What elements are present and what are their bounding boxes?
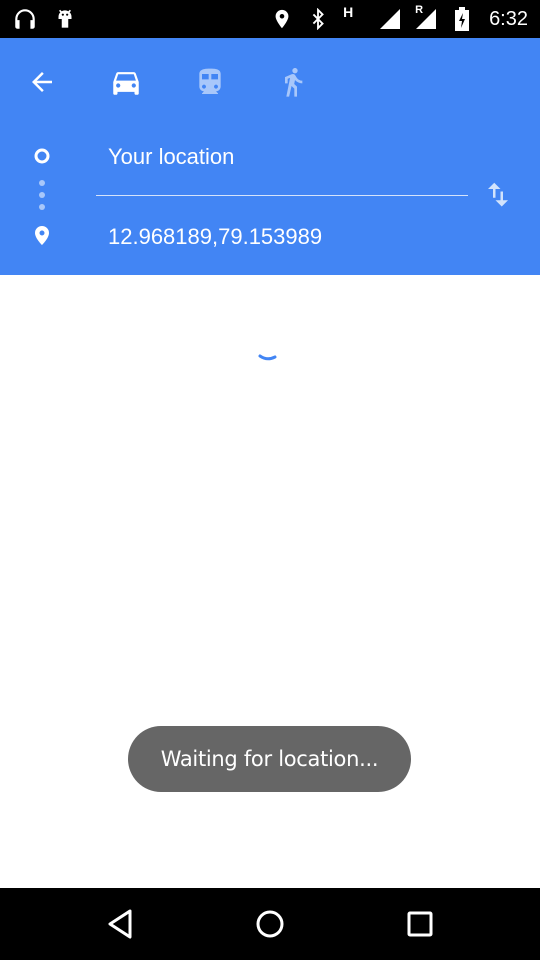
roaming-signal-icon: R: [413, 4, 439, 32]
mode-transit-tab[interactable]: [190, 62, 230, 102]
triangle-back-icon: [108, 909, 132, 939]
headphones-icon: [12, 6, 38, 32]
walk-icon: [285, 68, 303, 97]
square-recents-icon: [407, 911, 433, 937]
network-h-label: H: [343, 4, 354, 20]
arrow-back-icon: [32, 72, 52, 92]
origin-circle-icon: [34, 148, 50, 164]
bluetooth-icon: [305, 6, 331, 32]
toast-message: Waiting for location...: [128, 726, 411, 792]
loading-spinner: [258, 354, 277, 361]
destination-field[interactable]: 12.968189,79.153989: [108, 222, 322, 252]
toast-text: Waiting for location...: [160, 747, 379, 771]
car-icon: [113, 72, 139, 95]
mode-walk-tab[interactable]: [273, 62, 313, 102]
field-divider: [96, 195, 468, 196]
battery-charging-icon: [449, 6, 475, 32]
directions-header: Your location 12.968189,79.153989: [0, 38, 540, 275]
back-button[interactable]: [24, 64, 60, 100]
location-icon: [269, 6, 295, 32]
train-icon: [199, 68, 221, 94]
route-connector: [34, 148, 50, 245]
nav-home-button[interactable]: [252, 906, 288, 942]
network-h-icon: H: [341, 4, 367, 32]
circle-home-icon: [256, 910, 284, 938]
origin-field[interactable]: Your location: [108, 142, 234, 172]
swap-button[interactable]: [480, 174, 516, 214]
nav-back-button[interactable]: [102, 906, 138, 942]
swap-vert-icon: [488, 182, 508, 207]
status-bar: H R 6:32: [0, 0, 540, 38]
system-nav-bar: [0, 888, 540, 960]
mode-car-tab[interactable]: [106, 62, 146, 102]
nav-recents-button[interactable]: [402, 906, 438, 942]
clock: 6:32: [489, 8, 528, 30]
android-debug-icon: [52, 6, 78, 32]
destination-pin-icon: [35, 226, 49, 245]
roaming-label: R: [415, 4, 424, 16]
signal-icon: [377, 6, 403, 32]
